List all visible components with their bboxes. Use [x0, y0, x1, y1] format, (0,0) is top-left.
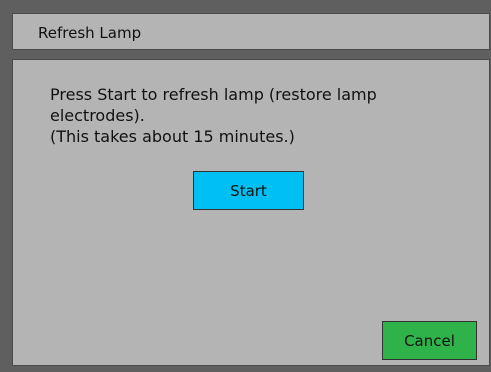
message-line: (This takes about 15 minutes.) — [50, 127, 295, 146]
start-button[interactable]: Start — [193, 171, 304, 210]
message-line: Press Start to refresh lamp (restore lam… — [50, 85, 377, 104]
content-panel: Press Start to refresh lamp (restore lam… — [12, 59, 490, 366]
message-line: electrodes). — [50, 106, 145, 125]
refresh-lamp-window: Refresh Lamp Press Start to refresh lamp… — [0, 0, 491, 372]
cancel-button[interactable]: Cancel — [382, 321, 477, 360]
title-bar: Refresh Lamp — [12, 13, 490, 50]
instruction-message: Press Start to refresh lamp (restore lam… — [50, 84, 430, 147]
window-title: Refresh Lamp — [38, 24, 142, 42]
